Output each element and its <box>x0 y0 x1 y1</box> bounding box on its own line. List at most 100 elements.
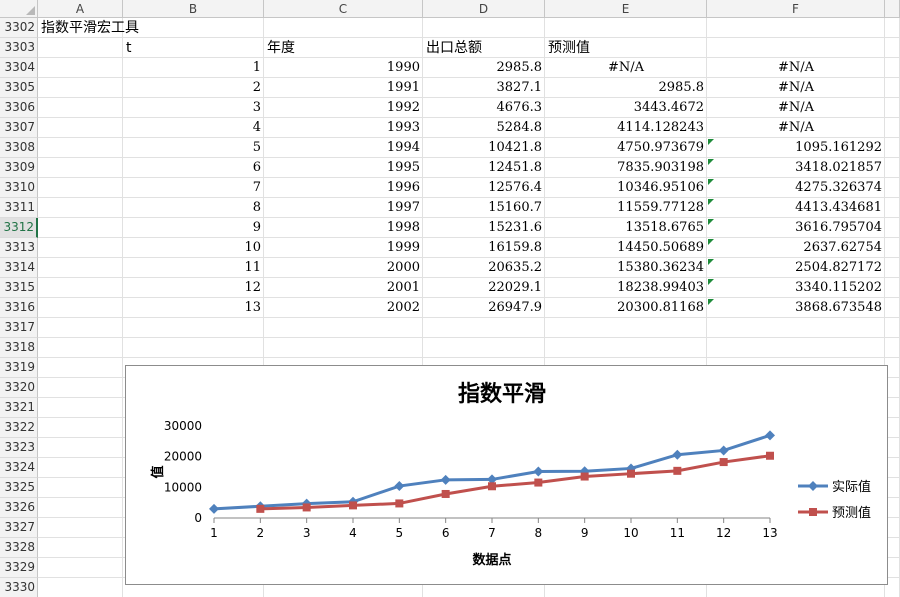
cell-year[interactable]: 2001 <box>264 278 423 298</box>
cell-t[interactable]: 4 <box>123 118 264 138</box>
row-header[interactable]: 3317 <box>0 318 38 338</box>
cell-forecast[interactable]: 10346.95106 <box>545 178 707 198</box>
cell-export[interactable]: 15160.7 <box>423 198 545 218</box>
cell-t[interactable]: 5 <box>123 138 264 158</box>
row-header[interactable]: 3328 <box>0 538 38 558</box>
cell-forecast[interactable]: 3443.4672 <box>545 98 707 118</box>
cell-error[interactable]: 1095.161292 <box>707 138 885 158</box>
cell-export[interactable]: 20635.2 <box>423 258 545 278</box>
cell-year[interactable]: 1997 <box>264 198 423 218</box>
cell-year[interactable]: 1993 <box>264 118 423 138</box>
error-indicator-icon[interactable] <box>708 219 714 225</box>
cell-year[interactable]: 2000 <box>264 258 423 278</box>
cell-t[interactable]: 11 <box>123 258 264 278</box>
column-header[interactable]: A <box>38 0 123 18</box>
cell-year[interactable]: 1990 <box>264 58 423 78</box>
cell-year[interactable]: 1991 <box>264 78 423 98</box>
cell-t[interactable]: 13 <box>123 298 264 318</box>
cell-export[interactable]: 4676.3 <box>423 98 545 118</box>
error-indicator-icon[interactable] <box>708 179 714 185</box>
cell-export[interactable]: 12576.4 <box>423 178 545 198</box>
cell-t[interactable]: 12 <box>123 278 264 298</box>
cell-year[interactable]: 1995 <box>264 158 423 178</box>
cell-year[interactable]: 1994 <box>264 138 423 158</box>
cell-export[interactable]: 16159.8 <box>423 238 545 258</box>
cell-forecast[interactable]: 4750.973679 <box>545 138 707 158</box>
cell-year[interactable]: 1998 <box>264 218 423 238</box>
row-header[interactable]: 3315 <box>0 278 38 298</box>
row-header[interactable]: 3318 <box>0 338 38 358</box>
row-header[interactable]: 3321 <box>0 398 38 418</box>
row-header[interactable]: 3309 <box>0 158 38 178</box>
cell-forecast[interactable]: 13518.6765 <box>545 218 707 238</box>
row-header[interactable]: 3325 <box>0 478 38 498</box>
cell-error[interactable]: 3616.795704 <box>707 218 885 238</box>
cell-error[interactable]: 4413.434681 <box>707 198 885 218</box>
error-indicator-icon[interactable] <box>708 159 714 165</box>
row-header[interactable]: 3323 <box>0 438 38 458</box>
cell-year[interactable]: 1996 <box>264 178 423 198</box>
cell-forecast[interactable]: 11559.77128 <box>545 198 707 218</box>
cell-forecast[interactable]: 2985.8 <box>545 78 707 98</box>
cell-export[interactable]: 2985.8 <box>423 58 545 78</box>
cell-export[interactable]: 10421.8 <box>423 138 545 158</box>
row-header[interactable]: 3314 <box>0 258 38 278</box>
row-header[interactable]: 3310 <box>0 178 38 198</box>
header-t[interactable]: t <box>123 38 264 58</box>
row-header[interactable]: 3330 <box>0 578 38 597</box>
row-header[interactable]: 3322 <box>0 418 38 438</box>
error-indicator-icon[interactable] <box>708 259 714 265</box>
cell-export[interactable]: 26947.9 <box>423 298 545 318</box>
cell-error[interactable]: 4275.326374 <box>707 178 885 198</box>
cell-export[interactable]: 5284.8 <box>423 118 545 138</box>
cell-error[interactable]: #N/A <box>707 58 885 78</box>
error-indicator-icon[interactable] <box>708 139 714 145</box>
cell-export[interactable]: 22029.1 <box>423 278 545 298</box>
cell-export[interactable]: 3827.1 <box>423 78 545 98</box>
cell-forecast[interactable]: 15380.36234 <box>545 258 707 278</box>
row-header[interactable]: 3319 <box>0 358 38 378</box>
cell-forecast[interactable]: 20300.81168 <box>545 298 707 318</box>
cell-year[interactable]: 1992 <box>264 98 423 118</box>
cell-year[interactable]: 2002 <box>264 298 423 318</box>
row-header[interactable]: 3311 <box>0 198 38 218</box>
error-indicator-icon[interactable] <box>708 299 714 305</box>
cell-error[interactable]: 3868.673548 <box>707 298 885 318</box>
cell-error[interactable]: #N/A <box>707 118 885 138</box>
spreadsheet[interactable]: ABCDEF 3302 3303 3304 3305 3306 3307 3308 3309 3… <box>0 0 900 597</box>
cell-error[interactable]: 3418.021857 <box>707 158 885 178</box>
error-indicator-icon[interactable] <box>708 199 714 205</box>
row-header[interactable]: 3306 <box>0 98 38 118</box>
cell-forecast[interactable]: 7835.903198 <box>545 158 707 178</box>
column-header[interactable]: B <box>123 0 264 18</box>
cell-forecast[interactable]: 4114.128243 <box>545 118 707 138</box>
cell-t[interactable]: 3 <box>123 98 264 118</box>
error-indicator-icon[interactable] <box>708 239 714 245</box>
row-header[interactable]: 3304 <box>0 58 38 78</box>
cell-year[interactable]: 1999 <box>264 238 423 258</box>
header-export-total[interactable]: 出口总额 <box>423 38 545 58</box>
cell-error[interactable]: #N/A <box>707 98 885 118</box>
column-header[interactable]: F <box>707 0 885 18</box>
row-header[interactable]: 3312 <box>0 218 38 238</box>
row-header[interactable]: 3326 <box>0 498 38 518</box>
cell-t[interactable]: 1 <box>123 58 264 78</box>
column-header[interactable]: D <box>423 0 545 18</box>
cell-forecast[interactable]: 14450.50689 <box>545 238 707 258</box>
row-header[interactable]: 3307 <box>0 118 38 138</box>
row-header[interactable]: 3308 <box>0 138 38 158</box>
row-header[interactable]: 3305 <box>0 78 38 98</box>
cell-error[interactable]: #N/A <box>707 78 885 98</box>
row-header[interactable]: 3327 <box>0 518 38 538</box>
error-indicator-icon[interactable] <box>708 279 714 285</box>
column-header[interactable]: C <box>264 0 423 18</box>
column-header[interactable] <box>885 0 900 18</box>
cell-error[interactable]: 2637.62754 <box>707 238 885 258</box>
row-header[interactable]: 3302 <box>0 18 38 38</box>
row-header[interactable]: 3316 <box>0 298 38 318</box>
cell-export[interactable]: 15231.6 <box>423 218 545 238</box>
select-all-corner[interactable] <box>0 0 38 18</box>
cell-t[interactable]: 6 <box>123 158 264 178</box>
cell-t[interactable]: 8 <box>123 198 264 218</box>
row-header[interactable]: 3313 <box>0 238 38 258</box>
